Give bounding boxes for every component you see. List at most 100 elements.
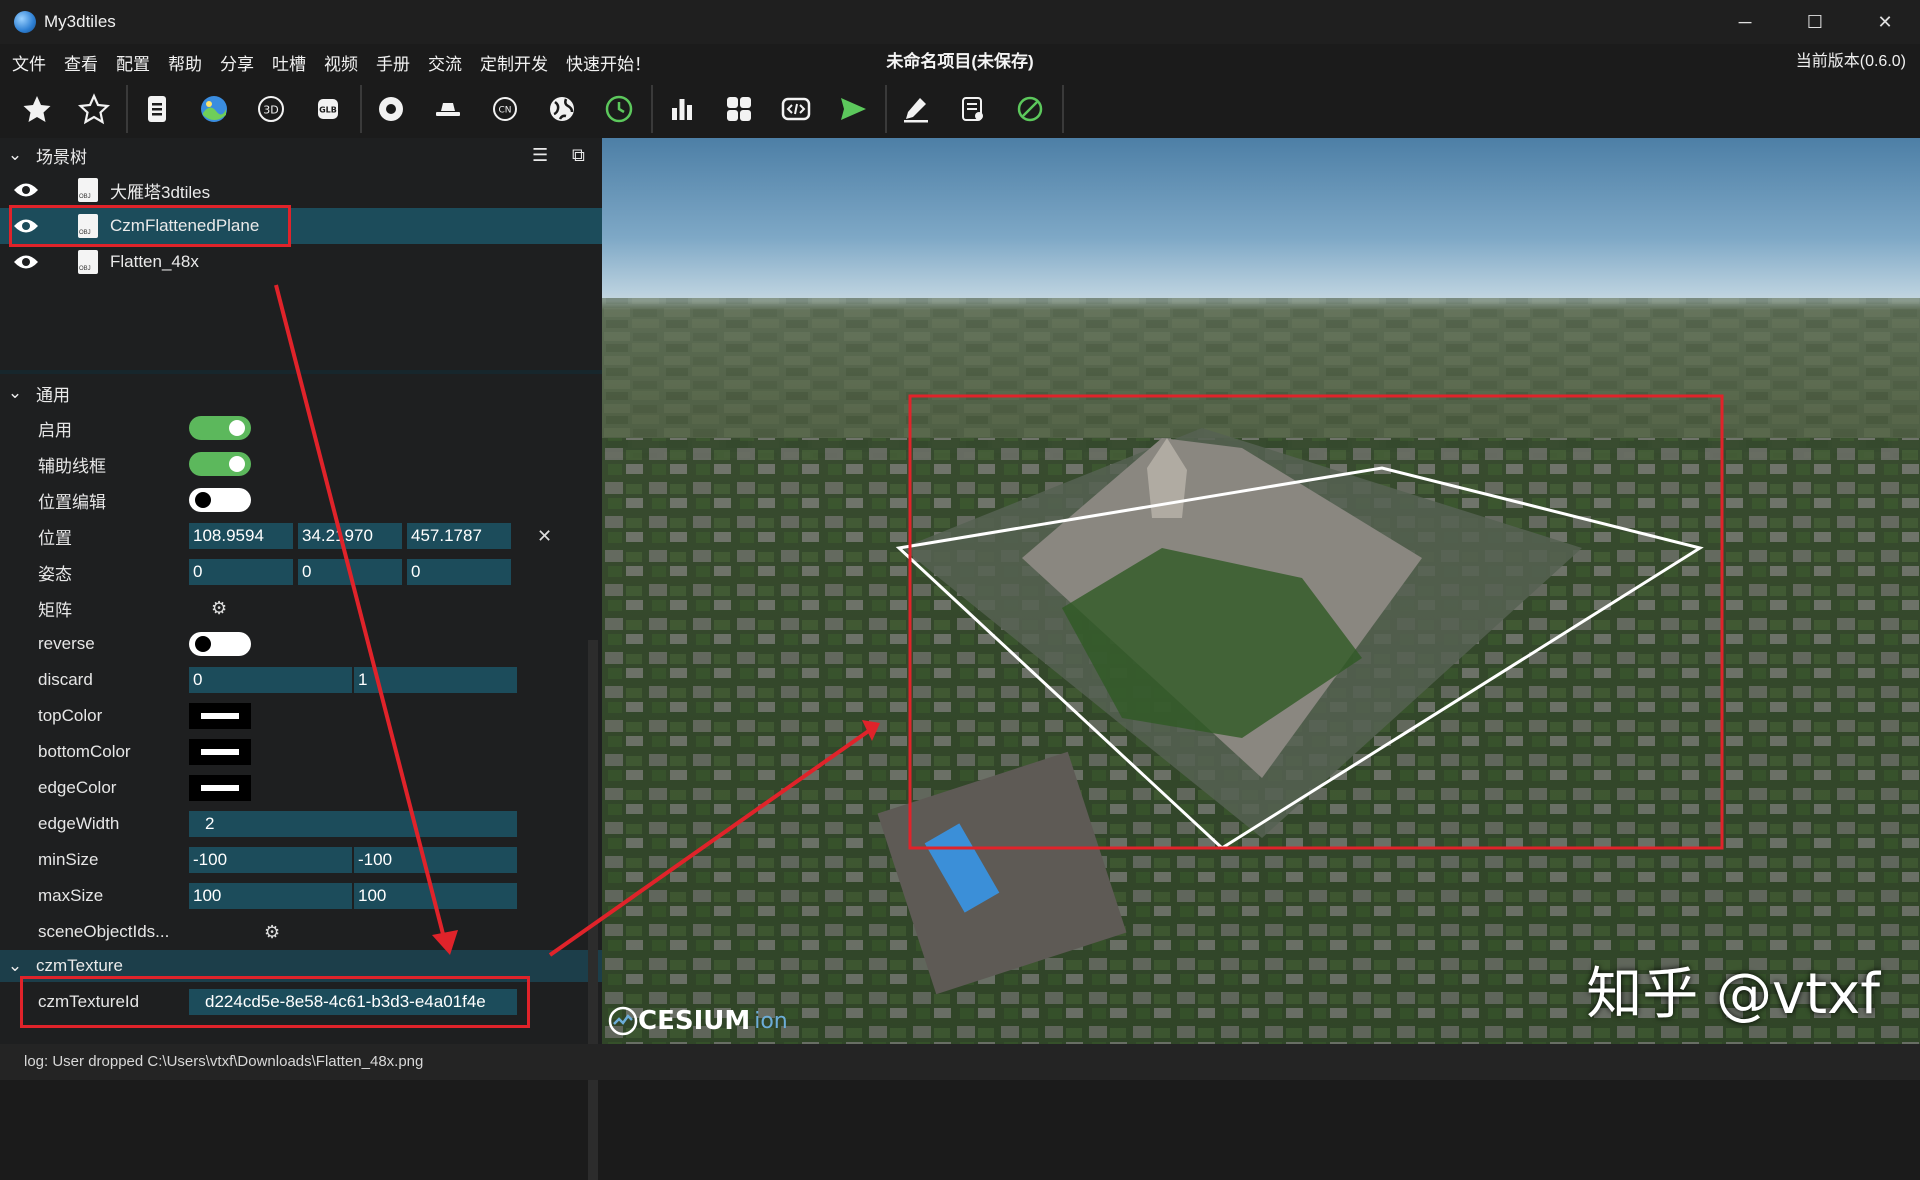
chevron-down-icon[interactable]: ⌄ <box>8 383 22 402</box>
bottom-color-swatch[interactable] <box>189 739 251 765</box>
menu-quick-start[interactable]: 快速开始！ <box>566 50 651 75</box>
prop-label: maxSize <box>38 886 104 905</box>
prop-label: discard <box>38 670 93 689</box>
edge-color-swatch[interactable] <box>189 775 251 801</box>
clock-icon[interactable] <box>597 87 641 131</box>
edit-icon[interactable] <box>894 87 938 131</box>
hat-icon[interactable] <box>426 87 470 131</box>
clear-icon[interactable]: ✕ <box>537 526 552 547</box>
tree-item-flatten48x[interactable]: Flatten_48x <box>0 244 602 280</box>
star-outline-icon[interactable] <box>72 87 116 131</box>
discard-min-input[interactable]: 0 <box>189 667 352 693</box>
panel-scrollbar[interactable] <box>588 640 598 1180</box>
code-icon[interactable] <box>774 87 818 131</box>
menu-custom-dev[interactable]: 定制开发 <box>480 50 548 75</box>
gear-icon[interactable]: ⚙ <box>211 598 227 619</box>
bar-chart-icon[interactable] <box>660 87 704 131</box>
panel-divider <box>0 370 602 374</box>
glb-icon[interactable]: GLB <box>306 87 350 131</box>
form-icon[interactable] <box>951 87 995 131</box>
prop-position: 位置 108.9594 34.21970 457.1787 ✕ <box>0 518 602 554</box>
app-title: My3dtiles <box>44 12 116 31</box>
menu-video[interactable]: 视频 <box>324 50 358 75</box>
tree-item-czmflattenedplane[interactable]: CzmFlattenedPlane <box>0 205 602 247</box>
minimize-button[interactable]: ─ <box>1710 0 1780 44</box>
edge-width-input[interactable]: 2 <box>189 811 517 837</box>
gear-icon[interactable]: ⚙ <box>264 922 280 943</box>
globe-icon[interactable] <box>540 87 584 131</box>
czmtexture-title: czmTexture <box>36 956 123 975</box>
globe-image-icon[interactable] <box>192 87 236 131</box>
document-icon[interactable] <box>135 87 179 131</box>
prop-matrix: 矩阵 ⚙ <box>0 590 602 626</box>
min-size-x-input[interactable]: -100 <box>189 847 352 873</box>
wireframe-toggle[interactable] <box>189 452 251 476</box>
svg-text:3D: 3D <box>263 104 278 117</box>
menu-view[interactable]: 查看 <box>64 50 98 75</box>
send-icon[interactable] <box>831 87 875 131</box>
svg-text:GLB: GLB <box>319 106 337 115</box>
menu-file[interactable]: 文件 <box>12 50 46 75</box>
app-logo-icon <box>14 11 36 33</box>
prop-label: edgeWidth <box>38 814 120 833</box>
prop-edgecolor: edgeColor <box>0 770 602 806</box>
3d-icon[interactable]: 3D <box>249 87 293 131</box>
position-edit-toggle[interactable] <box>189 488 251 512</box>
scene-render <box>602 298 1920 1044</box>
prop-label: minSize <box>38 850 99 869</box>
cesium-logo[interactable]: CESIUM ion <box>608 1006 788 1036</box>
prop-maxsize: maxSize 100 100 <box>0 878 602 914</box>
menu-feedback[interactable]: 吐槽 <box>272 50 306 75</box>
max-size-y-input[interactable]: 100 <box>354 883 517 909</box>
target-icon[interactable] <box>369 87 413 131</box>
general-section-header[interactable]: ⌄ 通用 <box>0 376 602 410</box>
top-color-swatch[interactable] <box>189 703 251 729</box>
scene-tree-header[interactable]: ⌄ 场景树 ☰ ⧉ <box>0 138 602 172</box>
menu-share[interactable]: 分享 <box>220 50 254 75</box>
grid-icon[interactable] <box>717 87 761 131</box>
min-size-y-input[interactable]: -100 <box>354 847 517 873</box>
cesium-ion-text: ion <box>754 1008 788 1034</box>
max-size-x-input[interactable]: 100 <box>189 883 352 909</box>
cesium-logo-text: CESIUM <box>638 1006 751 1036</box>
tree-item-dayanta[interactable]: 大雁塔3dtiles <box>0 172 602 208</box>
tree-item-label: 大雁塔3dtiles <box>110 182 211 202</box>
reverse-toggle[interactable] <box>189 632 251 656</box>
maximize-button[interactable]: ☐ <box>1780 0 1850 44</box>
menu-config[interactable]: 配置 <box>116 50 150 75</box>
star-filled-icon[interactable] <box>15 87 59 131</box>
prop-label: bottomColor <box>38 742 131 761</box>
menu-community[interactable]: 交流 <box>428 50 462 75</box>
discard-max-input[interactable]: 1 <box>354 667 517 693</box>
watermark: 知乎 @vtxf <box>1586 962 1880 1027</box>
close-button[interactable]: ✕ <box>1850 0 1920 44</box>
attitude-y-input[interactable]: 0 <box>298 559 402 585</box>
prop-label: 位置 <box>38 528 72 548</box>
eye-icon[interactable] <box>12 253 40 271</box>
status-bar: log: User dropped C:\Users\vtxf\Download… <box>0 1044 1920 1080</box>
position-z-input[interactable]: 457.1787 <box>407 523 511 549</box>
toolbar-separator <box>1062 85 1064 133</box>
position-y-input[interactable]: 34.21970 <box>298 523 402 549</box>
toolbar-separator <box>651 85 653 133</box>
position-x-input[interactable]: 108.9594 <box>189 523 293 549</box>
cn-icon[interactable]: CN <box>483 87 527 131</box>
chevron-down-icon[interactable]: ⌄ <box>8 956 22 975</box>
menu-help[interactable]: 帮助 <box>168 50 202 75</box>
disable-icon[interactable] <box>1008 87 1052 131</box>
collapse-all-icon[interactable]: ⧉ <box>572 145 585 166</box>
eye-icon[interactable] <box>12 181 40 199</box>
attitude-x-input[interactable]: 0 <box>189 559 293 585</box>
prop-topcolor: topColor <box>0 698 602 734</box>
tree-item-label: Flatten_48x <box>110 252 199 271</box>
prop-label: edgeColor <box>38 778 117 797</box>
cesium-viewport[interactable]: CESIUM ion 知乎 @vtxf <box>602 138 1920 1044</box>
toolbar-separator <box>885 85 887 133</box>
prop-czmtexture-id: czmTextureId d224cd5e-8e58-4c61-b3d3-e4a… <box>0 976 602 1028</box>
chevron-down-icon[interactable]: ⌄ <box>8 145 22 164</box>
prop-label: 位置编辑 <box>38 492 106 512</box>
attitude-z-input[interactable]: 0 <box>407 559 511 585</box>
tree-expand-icon[interactable]: ☰ <box>532 145 548 166</box>
enable-toggle[interactable] <box>189 416 251 440</box>
menu-manual[interactable]: 手册 <box>376 50 410 75</box>
